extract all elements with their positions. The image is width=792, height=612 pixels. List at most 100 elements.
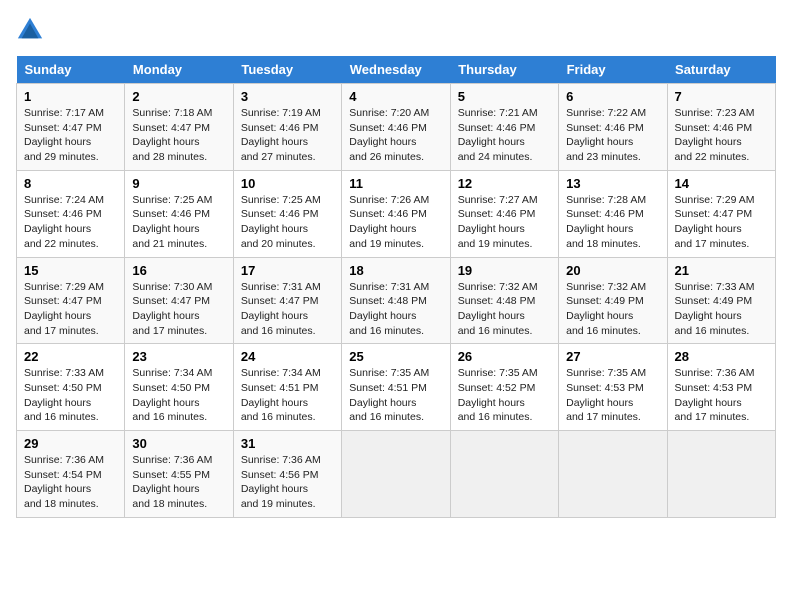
- day-cell: 18 Sunrise: 7:31 AMSunset: 4:48 PMDaylig…: [342, 257, 450, 344]
- day-cell: 7 Sunrise: 7:23 AMSunset: 4:46 PMDayligh…: [667, 84, 775, 171]
- day-info: Sunrise: 7:31 AMSunset: 4:48 PMDaylight …: [349, 281, 429, 337]
- day-info: Sunrise: 7:26 AMSunset: 4:46 PMDaylight …: [349, 194, 429, 250]
- day-cell: 25 Sunrise: 7:35 AMSunset: 4:51 PMDaylig…: [342, 344, 450, 431]
- day-number: 10: [241, 176, 334, 191]
- day-cell: [342, 431, 450, 518]
- day-number: 30: [132, 436, 225, 451]
- day-info: Sunrise: 7:35 AMSunset: 4:53 PMDaylight …: [566, 367, 646, 423]
- day-number: 29: [24, 436, 117, 451]
- day-cell: 11 Sunrise: 7:26 AMSunset: 4:46 PMDaylig…: [342, 170, 450, 257]
- day-cell: 14 Sunrise: 7:29 AMSunset: 4:47 PMDaylig…: [667, 170, 775, 257]
- day-number: 18: [349, 263, 442, 278]
- day-info: Sunrise: 7:29 AMSunset: 4:47 PMDaylight …: [24, 281, 104, 337]
- day-number: 3: [241, 89, 334, 104]
- day-number: 14: [675, 176, 768, 191]
- day-info: Sunrise: 7:25 AMSunset: 4:46 PMDaylight …: [132, 194, 212, 250]
- day-cell: 20 Sunrise: 7:32 AMSunset: 4:49 PMDaylig…: [559, 257, 667, 344]
- day-cell: 2 Sunrise: 7:18 AMSunset: 4:47 PMDayligh…: [125, 84, 233, 171]
- calendar-table: SundayMondayTuesdayWednesdayThursdayFrid…: [16, 56, 776, 518]
- day-number: 2: [132, 89, 225, 104]
- col-header-friday: Friday: [559, 56, 667, 84]
- day-info: Sunrise: 7:19 AMSunset: 4:46 PMDaylight …: [241, 107, 321, 163]
- day-cell: 15 Sunrise: 7:29 AMSunset: 4:47 PMDaylig…: [17, 257, 125, 344]
- day-cell: 9 Sunrise: 7:25 AMSunset: 4:46 PMDayligh…: [125, 170, 233, 257]
- day-cell: 29 Sunrise: 7:36 AMSunset: 4:54 PMDaylig…: [17, 431, 125, 518]
- day-cell: 5 Sunrise: 7:21 AMSunset: 4:46 PMDayligh…: [450, 84, 558, 171]
- day-number: 4: [349, 89, 442, 104]
- week-row-1: 1 Sunrise: 7:17 AMSunset: 4:47 PMDayligh…: [17, 84, 776, 171]
- day-info: Sunrise: 7:27 AMSunset: 4:46 PMDaylight …: [458, 194, 538, 250]
- day-info: Sunrise: 7:30 AMSunset: 4:47 PMDaylight …: [132, 281, 212, 337]
- header: [16, 16, 776, 44]
- day-info: Sunrise: 7:21 AMSunset: 4:46 PMDaylight …: [458, 107, 538, 163]
- day-info: Sunrise: 7:33 AMSunset: 4:50 PMDaylight …: [24, 367, 104, 423]
- day-number: 23: [132, 349, 225, 364]
- day-number: 24: [241, 349, 334, 364]
- week-row-4: 22 Sunrise: 7:33 AMSunset: 4:50 PMDaylig…: [17, 344, 776, 431]
- col-header-tuesday: Tuesday: [233, 56, 341, 84]
- day-cell: 21 Sunrise: 7:33 AMSunset: 4:49 PMDaylig…: [667, 257, 775, 344]
- day-number: 20: [566, 263, 659, 278]
- day-cell: 3 Sunrise: 7:19 AMSunset: 4:46 PMDayligh…: [233, 84, 341, 171]
- day-number: 15: [24, 263, 117, 278]
- day-cell: 24 Sunrise: 7:34 AMSunset: 4:51 PMDaylig…: [233, 344, 341, 431]
- day-cell: 1 Sunrise: 7:17 AMSunset: 4:47 PMDayligh…: [17, 84, 125, 171]
- day-cell: [559, 431, 667, 518]
- day-number: 8: [24, 176, 117, 191]
- logo-icon: [16, 16, 44, 44]
- day-info: Sunrise: 7:23 AMSunset: 4:46 PMDaylight …: [675, 107, 755, 163]
- day-info: Sunrise: 7:20 AMSunset: 4:46 PMDaylight …: [349, 107, 429, 163]
- day-info: Sunrise: 7:35 AMSunset: 4:52 PMDaylight …: [458, 367, 538, 423]
- day-info: Sunrise: 7:36 AMSunset: 4:55 PMDaylight …: [132, 454, 212, 510]
- day-number: 17: [241, 263, 334, 278]
- day-info: Sunrise: 7:24 AMSunset: 4:46 PMDaylight …: [24, 194, 104, 250]
- day-cell: 22 Sunrise: 7:33 AMSunset: 4:50 PMDaylig…: [17, 344, 125, 431]
- day-number: 7: [675, 89, 768, 104]
- day-number: 19: [458, 263, 551, 278]
- day-info: Sunrise: 7:34 AMSunset: 4:50 PMDaylight …: [132, 367, 212, 423]
- day-info: Sunrise: 7:32 AMSunset: 4:48 PMDaylight …: [458, 281, 538, 337]
- day-number: 11: [349, 176, 442, 191]
- day-cell: 16 Sunrise: 7:30 AMSunset: 4:47 PMDaylig…: [125, 257, 233, 344]
- day-info: Sunrise: 7:29 AMSunset: 4:47 PMDaylight …: [675, 194, 755, 250]
- day-info: Sunrise: 7:36 AMSunset: 4:54 PMDaylight …: [24, 454, 104, 510]
- day-number: 1: [24, 89, 117, 104]
- week-row-2: 8 Sunrise: 7:24 AMSunset: 4:46 PMDayligh…: [17, 170, 776, 257]
- day-cell: [667, 431, 775, 518]
- logo: [16, 16, 48, 44]
- col-header-wednesday: Wednesday: [342, 56, 450, 84]
- day-info: Sunrise: 7:34 AMSunset: 4:51 PMDaylight …: [241, 367, 321, 423]
- day-cell: 28 Sunrise: 7:36 AMSunset: 4:53 PMDaylig…: [667, 344, 775, 431]
- day-cell: 6 Sunrise: 7:22 AMSunset: 4:46 PMDayligh…: [559, 84, 667, 171]
- col-header-thursday: Thursday: [450, 56, 558, 84]
- day-number: 28: [675, 349, 768, 364]
- day-cell: 31 Sunrise: 7:36 AMSunset: 4:56 PMDaylig…: [233, 431, 341, 518]
- day-cell: 10 Sunrise: 7:25 AMSunset: 4:46 PMDaylig…: [233, 170, 341, 257]
- day-cell: 12 Sunrise: 7:27 AMSunset: 4:46 PMDaylig…: [450, 170, 558, 257]
- day-number: 26: [458, 349, 551, 364]
- day-info: Sunrise: 7:25 AMSunset: 4:46 PMDaylight …: [241, 194, 321, 250]
- week-row-5: 29 Sunrise: 7:36 AMSunset: 4:54 PMDaylig…: [17, 431, 776, 518]
- day-cell: 23 Sunrise: 7:34 AMSunset: 4:50 PMDaylig…: [125, 344, 233, 431]
- day-number: 6: [566, 89, 659, 104]
- day-cell: [450, 431, 558, 518]
- col-header-monday: Monday: [125, 56, 233, 84]
- day-info: Sunrise: 7:22 AMSunset: 4:46 PMDaylight …: [566, 107, 646, 163]
- day-cell: 26 Sunrise: 7:35 AMSunset: 4:52 PMDaylig…: [450, 344, 558, 431]
- day-info: Sunrise: 7:36 AMSunset: 4:56 PMDaylight …: [241, 454, 321, 510]
- day-number: 27: [566, 349, 659, 364]
- day-info: Sunrise: 7:17 AMSunset: 4:47 PMDaylight …: [24, 107, 104, 163]
- week-row-3: 15 Sunrise: 7:29 AMSunset: 4:47 PMDaylig…: [17, 257, 776, 344]
- day-cell: 4 Sunrise: 7:20 AMSunset: 4:46 PMDayligh…: [342, 84, 450, 171]
- day-number: 21: [675, 263, 768, 278]
- day-info: Sunrise: 7:32 AMSunset: 4:49 PMDaylight …: [566, 281, 646, 337]
- col-header-saturday: Saturday: [667, 56, 775, 84]
- day-number: 31: [241, 436, 334, 451]
- day-number: 9: [132, 176, 225, 191]
- day-number: 12: [458, 176, 551, 191]
- day-number: 25: [349, 349, 442, 364]
- day-info: Sunrise: 7:36 AMSunset: 4:53 PMDaylight …: [675, 367, 755, 423]
- day-cell: 13 Sunrise: 7:28 AMSunset: 4:46 PMDaylig…: [559, 170, 667, 257]
- day-cell: 17 Sunrise: 7:31 AMSunset: 4:47 PMDaylig…: [233, 257, 341, 344]
- day-number: 22: [24, 349, 117, 364]
